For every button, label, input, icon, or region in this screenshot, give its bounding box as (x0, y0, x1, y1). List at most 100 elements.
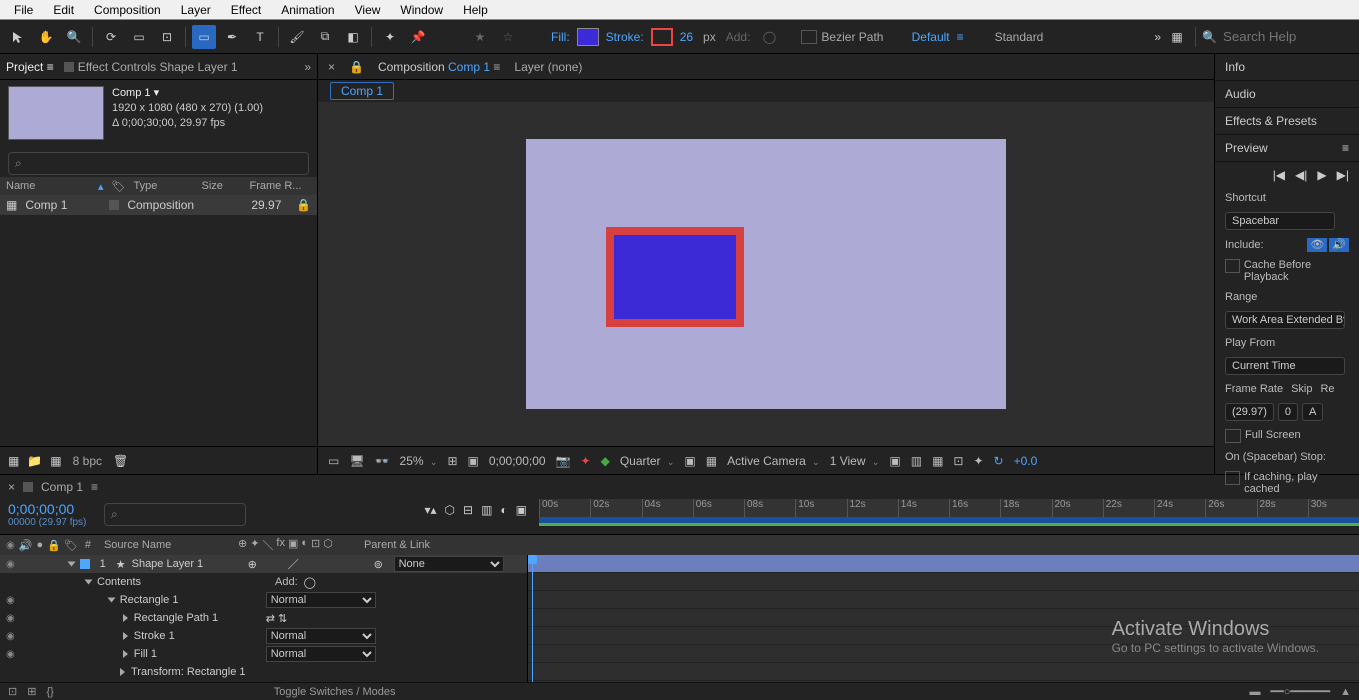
sync-icon[interactable]: ▦ (1165, 25, 1189, 49)
menu-layer[interactable]: Layer (171, 1, 221, 19)
panel-audio[interactable]: Audio (1215, 81, 1359, 108)
prev-frame-icon[interactable]: ◀| (1295, 168, 1307, 182)
layer-color-label[interactable] (80, 559, 90, 569)
zoom-out-icon[interactable]: ▬ (1249, 686, 1260, 698)
puppet-tool-icon[interactable]: 📌 (406, 25, 430, 49)
fill-color-swatch[interactable] (577, 28, 599, 46)
toggle-switches-modes[interactable]: Toggle Switches / Modes (274, 686, 396, 698)
fullscreen-checkbox[interactable]: Full Screen (1225, 429, 1349, 443)
draft3d-icon[interactable]: ⬡ (445, 503, 455, 517)
panel-effects-presets[interactable]: Effects & Presets (1215, 108, 1359, 135)
panel-overflow-icon[interactable]: » (304, 60, 311, 74)
tab-composition[interactable]: Composition Comp 1 ≡ (378, 60, 500, 74)
contents-group[interactable]: Contents Add: ◯ (0, 573, 527, 591)
stroke-label[interactable]: Stroke: (606, 30, 644, 44)
mask-icon[interactable]: 👓 (375, 454, 390, 468)
preview-res-dropdown[interactable]: A (1302, 403, 1323, 421)
hand-tool-icon[interactable]: ✋ (34, 25, 58, 49)
shy-icon[interactable]: ⊟ (463, 503, 473, 517)
bezier-checkbox[interactable]: Bezier Path (801, 30, 883, 44)
roto-tool-icon[interactable]: ✦ (378, 25, 402, 49)
fill-label[interactable]: Fill: (551, 30, 570, 44)
new-comp-icon[interactable]: ▦ (50, 454, 61, 468)
skip-dropdown[interactable]: 0 (1278, 403, 1298, 421)
zoom-dropdown[interactable]: 25% (400, 454, 438, 468)
zoom-slider[interactable]: ━━○━━━━━━ (1270, 685, 1330, 698)
include-video-icon[interactable]: 👁 (1307, 238, 1327, 252)
bpc-button[interactable]: 8 bpc (73, 454, 102, 468)
project-search-input[interactable]: ⌕ (8, 152, 309, 175)
pen-tool-icon[interactable]: ✒ (220, 25, 244, 49)
grid-icon[interactable]: ⊞ (447, 454, 457, 468)
tab-project[interactable]: Project ≡ (6, 60, 54, 74)
play-from-dropdown[interactable]: Current Time (1225, 357, 1345, 375)
camera-tool-icon[interactable]: ▭ (127, 25, 151, 49)
timecode-display[interactable]: 0;00;00;00 (489, 454, 546, 468)
menu-file[interactable]: File (4, 1, 43, 19)
close-tab-icon[interactable]: × (8, 480, 15, 494)
footer-icon-1[interactable]: ⊡ (8, 685, 17, 698)
star-fill-icon[interactable]: ★ (468, 25, 492, 49)
exposure-value[interactable]: +0.0 (1014, 454, 1038, 468)
play-icon[interactable]: ▶ (1317, 168, 1326, 182)
blend-mode-dropdown[interactable]: Normal (266, 646, 376, 662)
menu-icon[interactable]: ≡ (957, 30, 964, 44)
last-frame-icon[interactable]: ▶| (1337, 168, 1349, 182)
time-ruler[interactable]: 00s02s04s06s08s10s12s14s16s18s20s22s24s2… (539, 499, 1359, 517)
rectangle-1-group[interactable]: Rectangle 1 Normal (0, 591, 527, 609)
brush-tool-icon[interactable]: 🖌 (285, 25, 309, 49)
current-time-display[interactable]: 0;00;00;00 00000 (29.97 fps) (0, 499, 100, 530)
rectangle-tool-icon[interactable]: ▭ (192, 25, 216, 49)
type-tool-icon[interactable]: T (248, 25, 272, 49)
graph-editor-icon[interactable]: ▣ (516, 503, 527, 517)
add-shape-icon[interactable]: ◯ (304, 576, 316, 589)
fill-1[interactable]: Fill 1 Normal (0, 645, 527, 663)
new-folder-icon[interactable]: 📁 (27, 454, 42, 468)
pan-behind-tool-icon[interactable]: ⊡ (155, 25, 179, 49)
parent-dropdown[interactable]: None (394, 556, 504, 572)
panel-info[interactable]: Info (1215, 54, 1359, 81)
twirl-icon[interactable] (67, 562, 75, 567)
comp-mini-icon[interactable]: ▾▴ (424, 503, 436, 517)
orbit-tool-icon[interactable]: ⟳ (99, 25, 123, 49)
solo-column-icon[interactable]: ● (36, 539, 43, 552)
transparency-icon[interactable]: ▦ (706, 454, 717, 468)
menu-window[interactable]: Window (390, 1, 453, 19)
screen-mode-dropdown[interactable]: Standard (995, 30, 1044, 44)
eye-column-icon[interactable] (6, 539, 15, 552)
roi-icon[interactable]: ▣ (684, 454, 695, 468)
stroke-width-value[interactable]: 26 (680, 30, 693, 44)
overflow-icon[interactable]: » (1154, 30, 1161, 44)
blend-mode-dropdown[interactable]: Normal (266, 628, 376, 644)
workspace-dropdown[interactable]: Default (912, 30, 950, 44)
color-icon[interactable]: ◆ (601, 454, 610, 468)
monitor-icon[interactable]: 🖥 (349, 454, 364, 468)
footer-icon-3[interactable]: {} (46, 686, 53, 698)
guides-icon[interactable]: ▣ (468, 454, 479, 468)
shape-rectangle[interactable] (606, 227, 744, 327)
magnify-icon[interactable]: ▭ (328, 454, 339, 468)
viewer[interactable] (318, 102, 1214, 446)
menu-help[interactable]: Help (453, 1, 498, 19)
label-column-icon[interactable]: 🏷 (64, 539, 78, 552)
selection-tool-icon[interactable] (6, 25, 30, 49)
view-dropdown[interactable]: 1 View (830, 454, 880, 468)
lock-icon[interactable]: 🔒 (349, 60, 364, 74)
view-opt5-icon[interactable]: ✦ (973, 454, 983, 468)
close-tab-icon[interactable]: × (328, 60, 335, 74)
layer-shape-layer-1[interactable]: 1 ★ Shape Layer 1 ⊕／ ⊚ None (0, 555, 527, 573)
add-shape-dropdown-icon[interactable]: ◯ (757, 25, 781, 49)
menu-composition[interactable]: Composition (84, 1, 171, 19)
shortcut-dropdown[interactable]: Spacebar (1225, 212, 1335, 230)
composition-thumbnail[interactable] (8, 86, 104, 140)
lock-column-icon[interactable]: 🔒 (47, 539, 61, 552)
rectangle-path-1[interactable]: Rectangle Path 1 ⇄ ⇅ (0, 609, 527, 627)
panel-preview[interactable]: Preview≡ (1215, 135, 1359, 162)
menu-effect[interactable]: Effect (221, 1, 271, 19)
camera-dropdown[interactable]: Active Camera (727, 454, 820, 468)
cache-checkbox[interactable]: Cache Before Playback (1225, 259, 1349, 283)
path-icons[interactable]: ⇄ ⇅ (266, 612, 288, 625)
channel-icon[interactable]: ✦ (581, 454, 591, 468)
interpret-footage-icon[interactable]: ▦ (8, 454, 19, 468)
snapshot-icon[interactable]: 📷 (556, 454, 571, 468)
